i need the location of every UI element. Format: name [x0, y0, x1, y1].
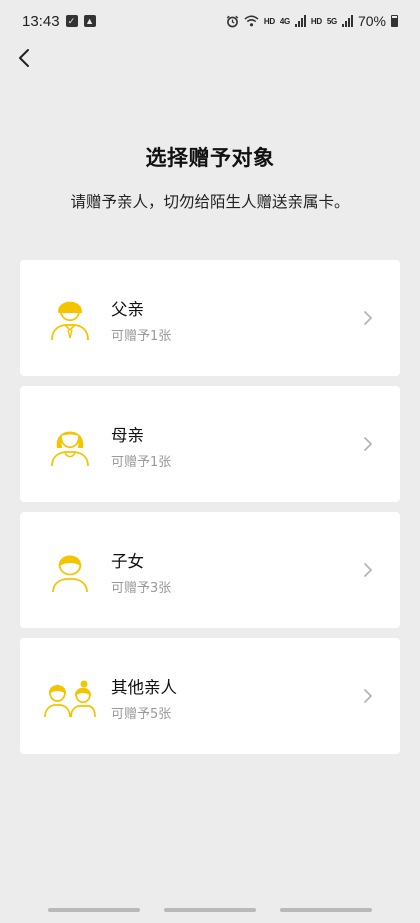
status-time: 13:43 — [22, 12, 60, 30]
status-bar: 13:43 ✓ ▲ HD 4G HD 5G 70% — [0, 0, 420, 42]
mother-icon — [51, 431, 89, 467]
recipient-card-other-relatives[interactable]: 其他亲人 可赠予5张 — [20, 638, 400, 754]
battery-icon — [391, 15, 398, 27]
page-subtitle: 请赠予亲人，切勿给陌生人赠送亲属卡。 — [70, 193, 350, 211]
network-hd-label: HD — [263, 16, 275, 26]
back-button[interactable] — [10, 44, 38, 72]
recipient-name: 其他亲人 — [111, 678, 177, 697]
chevron-right-icon — [364, 563, 372, 577]
chevron-left-icon — [19, 49, 29, 67]
chevron-right-icon — [364, 311, 372, 325]
status-left: 13:43 ✓ ▲ — [22, 13, 96, 30]
recipient-card-mother[interactable]: 母亲 可赠予1张 — [20, 386, 400, 502]
page-title: 选择赠予对象 — [145, 146, 275, 170]
network-4g-label: 4G — [279, 16, 290, 26]
checkbox-notification-icon: ✓ — [65, 15, 78, 27]
network-hd2-label: HD — [310, 16, 322, 26]
recipient-name: 母亲 — [111, 426, 144, 445]
status-right: HD 4G HD 5G 70% — [226, 13, 398, 29]
father-icon — [51, 301, 89, 341]
child-icon — [52, 555, 88, 593]
recipient-card-father[interactable]: 父亲 可赠予1张 — [20, 260, 400, 376]
chevron-right-icon — [364, 689, 372, 703]
battery-percent: 70% — [357, 13, 386, 29]
family-icon — [44, 680, 96, 718]
recipient-count: 可赠予1张 — [111, 455, 172, 470]
recipient-card-child[interactable]: 子女 可赠予3张 — [20, 512, 400, 628]
recipient-name: 子女 — [111, 552, 144, 571]
image-notification-icon: ▲ — [83, 15, 96, 27]
chevron-right-icon — [364, 437, 372, 451]
network-5g-label: 5G — [326, 16, 337, 26]
wifi-icon — [244, 15, 259, 27]
signal-5g-icon — [341, 15, 353, 27]
recipient-name: 父亲 — [111, 300, 144, 319]
nav-pill-left[interactable] — [48, 908, 140, 912]
alarm-icon — [226, 15, 239, 27]
gesture-nav-bar — [0, 903, 420, 923]
recipient-count: 可赠予1张 — [111, 329, 172, 344]
signal-4g-icon — [294, 15, 306, 27]
nav-pill-home[interactable] — [164, 908, 256, 912]
nav-pill-right[interactable] — [280, 908, 372, 912]
recipient-count: 可赠予3张 — [111, 581, 172, 596]
recipient-count: 可赠予5张 — [111, 707, 172, 722]
